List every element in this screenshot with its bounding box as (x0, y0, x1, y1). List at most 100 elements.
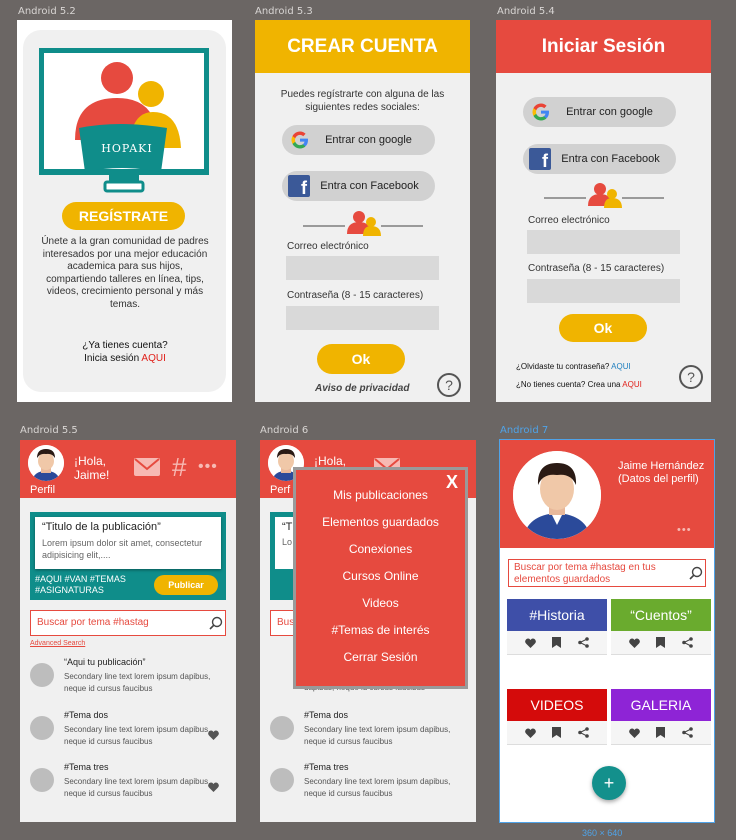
facebook-signup-label: Entra con Facebook (320, 180, 419, 192)
tile-historia[interactable]: #Historia (507, 599, 607, 655)
google-signup-button[interactable]: Entrar con google (282, 125, 435, 155)
saved-search-bar[interactable]: Buscar por tema #hastag en tus elementos… (508, 559, 706, 587)
profile-label[interactable]: Perfil (30, 484, 55, 496)
profile-avatar[interactable] (513, 451, 601, 539)
email-field[interactable] (286, 256, 439, 280)
heart-icon[interactable] (525, 637, 537, 648)
menu-item-elementos-guardados[interactable]: Elementos guardados (296, 509, 465, 536)
signup-link[interactable]: AQUI (622, 380, 642, 389)
menu-item-temas-interes[interactable]: #Temas de interés (296, 617, 465, 644)
publish-button[interactable]: Publicar (154, 575, 218, 595)
hashtag-icon[interactable]: # (172, 452, 186, 483)
no-account-prefix: ¿No tienes cuenta? Crea una (516, 380, 621, 389)
forgot-prefix: ¿Olvidaste tu contraseña? (516, 362, 610, 371)
share-icon[interactable] (682, 727, 693, 738)
share-icon[interactable] (578, 727, 589, 738)
divider-logo (544, 180, 664, 210)
tile-actions (611, 721, 711, 745)
list-item: #Tema dos Secondary line text lorem ipsu… (270, 710, 470, 754)
screen-create-account: CREAR CUENTA Puedes regístrarte con algu… (255, 20, 470, 402)
facebook-login-button[interactable]: f Entra con Facebook (523, 144, 676, 174)
tile-videos[interactable]: VIDEOS (507, 689, 607, 745)
frame-label-4: Android 5.5 (20, 425, 78, 436)
menu-item-cursos-online[interactable]: Cursos Online (296, 563, 465, 590)
bookmark-icon[interactable] (656, 727, 666, 738)
search-bar[interactable]: Buscar por tema #hastag (30, 610, 226, 636)
logo-text: HOPAKI (101, 142, 153, 155)
share-icon[interactable] (578, 637, 589, 648)
item-subtitle: Secondary line text lorem ipsum dapibus,… (304, 725, 451, 746)
item-avatar (270, 768, 294, 792)
tile-label: “Cuentos” (611, 599, 711, 631)
email-label: Correo electrónico (528, 215, 610, 226)
heart-icon[interactable] (208, 782, 219, 792)
screen-profile: Jaime Hernández (Datos del perfil) ••• B… (499, 439, 715, 823)
facebook-icon: f (529, 148, 551, 170)
item-avatar (270, 716, 294, 740)
avatar[interactable] (28, 445, 64, 481)
email-label: Correo electrónico (287, 241, 369, 252)
menu-item-conexiones[interactable]: Conexiones (296, 536, 465, 563)
advanced-search-link[interactable]: Advanced Search (30, 640, 85, 647)
heart-icon[interactable] (208, 730, 219, 740)
divider-logo (303, 208, 423, 238)
help-icon[interactable]: ? (437, 373, 461, 397)
profile-label[interactable]: Perf (270, 484, 290, 496)
heart-icon[interactable] (525, 727, 537, 738)
create-account-title: CREAR CUENTA (255, 20, 470, 73)
frame-label-5: Android 6 (260, 425, 309, 436)
tile-cuentos[interactable]: “Cuentos” (611, 599, 711, 655)
tile-actions (611, 631, 711, 655)
profile-name: Jaime Hernández (Datos del perfil) (618, 460, 705, 485)
tile-label: #Historia (507, 599, 607, 631)
add-fab-button[interactable]: + (592, 766, 626, 800)
menu-item-videos[interactable]: Videos (296, 590, 465, 617)
post-preview[interactable]: “Titulo de la publicación” Lorem ipsum d… (35, 517, 221, 569)
ok-button[interactable]: Ok (317, 344, 405, 374)
ok-button[interactable]: Ok (559, 314, 647, 342)
password-field[interactable] (527, 279, 680, 303)
tile-galeria[interactable]: GALERIA (611, 689, 711, 745)
password-label: Contraseña (8 - 15 caracteres) (287, 290, 424, 301)
password-label: Contraseña (8 - 15 caracteres) (528, 263, 665, 274)
register-button[interactable]: REGÍSTRATE (62, 202, 185, 230)
privacy-link[interactable]: Aviso de privacidad (315, 383, 409, 394)
login-line: Inicia sesión AQUI (39, 353, 211, 364)
share-icon[interactable] (682, 637, 693, 648)
forgot-link[interactable]: AQUI (611, 362, 631, 371)
heart-icon[interactable] (629, 637, 641, 648)
heart-icon[interactable] (629, 727, 641, 738)
search-placeholder: Bus (277, 617, 295, 628)
google-login-button[interactable]: Entrar con google (523, 97, 676, 127)
screen-welcome: HOPAKI REGÍSTRATE Únete a la gran comuni… (17, 20, 232, 402)
list-item[interactable]: #Tema tres Secondary line text lorem ips… (30, 762, 230, 806)
login-link[interactable]: AQUI (141, 353, 165, 364)
search-icon[interactable] (209, 616, 223, 630)
item-subtitle: Secondary line text lorem ipsum dapibus,… (304, 777, 451, 798)
menu-item-mis-publicaciones[interactable]: Mis publicaciones (296, 482, 465, 509)
list-item[interactable]: #Tema dos Secondary line text lorem ipsu… (30, 710, 230, 754)
have-account-text: ¿Ya tienes cuenta? (82, 340, 168, 351)
password-field[interactable] (286, 306, 439, 330)
tile-label: VIDEOS (507, 689, 607, 721)
bookmark-icon[interactable] (552, 637, 562, 648)
bookmark-icon[interactable] (656, 637, 666, 648)
list-item: #Tema tres Secondary line text lorem ips… (270, 762, 470, 806)
menu-item-cerrar-sesion[interactable]: Cerrar Sesión (296, 644, 465, 671)
bookmark-icon[interactable] (552, 727, 562, 738)
frame-label-1: Android 5.2 (18, 6, 76, 17)
post-body: Lo (282, 537, 293, 547)
facebook-signup-button[interactable]: f Entra con Facebook (282, 171, 435, 201)
mail-icon[interactable] (134, 458, 160, 476)
item-title: #Tema dos (64, 710, 109, 720)
email-field[interactable] (527, 230, 680, 254)
help-icon[interactable]: ? (679, 365, 703, 389)
frame-label-3: Android 5.4 (497, 6, 555, 17)
list-item[interactable]: “Aqui tu publicación” Secondary line tex… (30, 657, 230, 701)
google-icon (532, 103, 550, 121)
google-signup-label: Entrar con google (325, 134, 412, 146)
more-icon[interactable]: ••• (677, 524, 692, 536)
more-icon[interactable]: ••• (198, 458, 218, 476)
menu-list: Mis publicaciones Elementos guardados Co… (296, 482, 465, 671)
search-icon[interactable] (689, 566, 703, 580)
